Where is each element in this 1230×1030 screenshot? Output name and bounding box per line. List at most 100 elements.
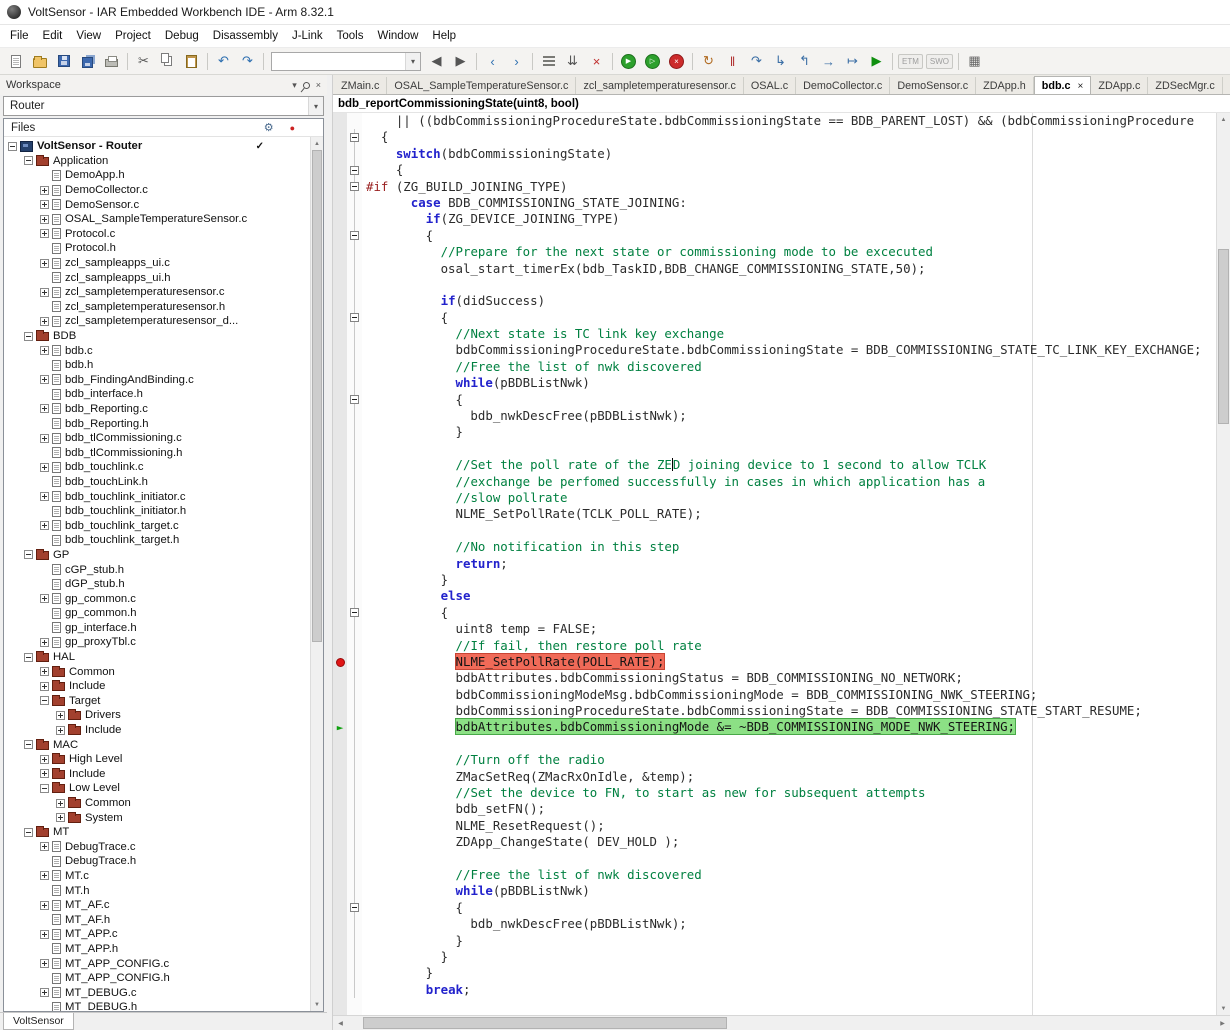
breakpoint-margin[interactable]: ► xyxy=(333,719,347,735)
tree-item-bdb[interactable]: BDB xyxy=(4,329,310,344)
code-line[interactable]: osal_start_timerEx(bdb_TaskID,BDB_CHANGE… xyxy=(333,261,1216,277)
code-line[interactable]: //Free the list of nwk discovered xyxy=(333,359,1216,375)
tree-item-mt-app-h[interactable]: MT_APP.h xyxy=(4,942,310,957)
tree-item-bdb-tlcommissioning-h[interactable]: bdb_tlCommissioning.h xyxy=(4,445,310,460)
collapse-icon[interactable] xyxy=(24,653,33,662)
scroll-up-icon[interactable]: ▲ xyxy=(1217,113,1230,126)
breakpoint-margin[interactable] xyxy=(333,572,347,588)
tree-item-system[interactable]: System xyxy=(4,810,310,825)
run-to-cursor-button[interactable]: ↦ xyxy=(841,51,864,72)
search-input[interactable] xyxy=(272,55,405,67)
tree-item-democollector-c[interactable]: DemoCollector.c xyxy=(4,183,310,198)
code-line[interactable]: //Free the list of nwk discovered xyxy=(333,867,1216,883)
menu-disassembly[interactable]: Disassembly xyxy=(206,27,285,45)
save-button[interactable] xyxy=(52,51,75,72)
step-out-button[interactable]: ↰ xyxy=(793,51,816,72)
tree-item-osal-sampletemperaturesensor-c[interactable]: OSAL_SampleTemperatureSensor.c xyxy=(4,212,310,227)
tree-item-low-level[interactable]: Low Level xyxy=(4,781,310,796)
break-button[interactable]: ‖ xyxy=(721,51,744,72)
tree-item-mt[interactable]: MT xyxy=(4,825,310,840)
close-icon[interactable]: × xyxy=(1078,81,1084,92)
cut-button[interactable]: ✂ xyxy=(132,51,155,72)
fold-collapse-icon[interactable] xyxy=(350,182,359,191)
menu-debug[interactable]: Debug xyxy=(158,27,206,45)
breakpoint-margin[interactable] xyxy=(333,851,347,867)
tree-item-bdb-reporting-h[interactable]: bdb_Reporting.h xyxy=(4,416,310,431)
tree-item-bdb-findingandbinding-c[interactable]: bdb_FindingAndBinding.c xyxy=(4,373,310,388)
expand-icon[interactable] xyxy=(40,901,49,910)
expand-icon[interactable] xyxy=(40,682,49,691)
tree-item-application[interactable]: Application xyxy=(4,154,310,169)
tree-item-bdb-touchlink-target-h[interactable]: bdb_touchlink_target.h xyxy=(4,533,310,548)
code-line[interactable]: if(ZG_DEVICE_JOINING_TYPE) xyxy=(333,211,1216,227)
expand-icon[interactable] xyxy=(40,594,49,603)
breakpoint-margin[interactable] xyxy=(333,883,347,899)
breakpoint-margin[interactable] xyxy=(333,736,347,752)
collapse-icon[interactable] xyxy=(24,550,33,559)
breakpoint-margin[interactable] xyxy=(333,506,347,522)
undo-button[interactable]: ↶ xyxy=(212,51,235,72)
code-line[interactable]: { xyxy=(333,129,1216,145)
code-line[interactable] xyxy=(333,998,1216,1014)
tree-item-common[interactable]: Common xyxy=(4,664,310,679)
code-line[interactable]: //Prepare for the next state or commissi… xyxy=(333,244,1216,260)
code-line[interactable]: //If fail, then restore poll rate xyxy=(333,638,1216,654)
breakpoint-margin[interactable] xyxy=(333,195,347,211)
code-line[interactable]: break; xyxy=(333,982,1216,998)
tree-item-gp-common-c[interactable]: gp_common.c xyxy=(4,591,310,606)
code-line[interactable]: bdbCommissioningProcedureState.bdbCommis… xyxy=(333,703,1216,719)
expand-icon[interactable] xyxy=(40,434,49,443)
tree-item-zcl-sampleapps-ui-h[interactable]: zcl_sampleapps_ui.h xyxy=(4,270,310,285)
breakpoint-margin[interactable] xyxy=(333,146,347,162)
expand-icon[interactable] xyxy=(40,988,49,997)
menu-file[interactable]: File xyxy=(3,27,36,45)
chevron-down-icon[interactable]: ▾ xyxy=(292,81,297,90)
code-line[interactable]: NLME_SetPollRate(TCLK_POLL_RATE); xyxy=(333,506,1216,522)
tree-item-protocol-c[interactable]: Protocol.c xyxy=(4,227,310,242)
breakpoint-margin[interactable] xyxy=(333,424,347,440)
code-line[interactable]: } xyxy=(333,424,1216,440)
breakpoint-margin[interactable] xyxy=(333,523,347,539)
code-line[interactable]: while(pBDBListNwk) xyxy=(333,375,1216,391)
code-line[interactable]: case BDB_COMMISSIONING_STATE_JOINING: xyxy=(333,195,1216,211)
menu-jlink[interactable]: J-Link xyxy=(285,27,330,45)
expand-icon[interactable] xyxy=(40,288,49,297)
menu-edit[interactable]: Edit xyxy=(36,27,70,45)
breakpoint-margin[interactable] xyxy=(333,801,347,817)
expand-icon[interactable] xyxy=(56,711,65,720)
tree-item-bdb-h[interactable]: bdb.h xyxy=(4,358,310,373)
copy-button[interactable] xyxy=(156,51,179,72)
print-button[interactable] xyxy=(100,51,123,72)
expand-icon[interactable] xyxy=(40,317,49,326)
code-line[interactable]: //exchange be perfomed successfully in c… xyxy=(333,474,1216,490)
breakpoint-margin[interactable] xyxy=(333,179,347,195)
code-line[interactable]: NLME_ResetRequest(); xyxy=(333,818,1216,834)
menu-help[interactable]: Help xyxy=(425,27,463,45)
code-line[interactable]: ZDApp_ChangeState( DEV_HOLD ); xyxy=(333,834,1216,850)
tab-zdapp-c[interactable]: ZDApp.c xyxy=(1091,77,1148,94)
breakpoint-margin[interactable] xyxy=(333,375,347,391)
code-line[interactable]: if(didSuccess) xyxy=(333,293,1216,309)
tab-zglobals-c[interactable]: ZGlobals.c xyxy=(1223,77,1230,94)
tab-zmain-c[interactable]: ZMain.c xyxy=(334,77,387,94)
breakpoint-margin[interactable] xyxy=(333,752,347,768)
expand-icon[interactable] xyxy=(40,638,49,647)
cspy-windows-button[interactable]: ▦ xyxy=(963,51,986,72)
code-line[interactable]: return; xyxy=(333,556,1216,572)
breakpoint-margin[interactable] xyxy=(333,687,347,703)
code-line[interactable]: } xyxy=(333,949,1216,965)
configuration-dropdown[interactable]: Router ▾ xyxy=(3,96,324,116)
tree-item-demoapp-h[interactable]: DemoApp.h xyxy=(4,168,310,183)
gear-icon[interactable]: ⚙ xyxy=(264,121,274,134)
scrollbar-thumb[interactable] xyxy=(1218,249,1229,424)
breakpoint-margin[interactable] xyxy=(333,916,347,932)
breakpoint-margin[interactable] xyxy=(333,474,347,490)
tree-item-gp-proxytbl-c[interactable]: gp_proxyTbl.c xyxy=(4,635,310,650)
code-line[interactable]: || ((bdbCommissioningProcedureState.bdbC… xyxy=(333,113,1216,129)
breakpoint-margin[interactable] xyxy=(333,949,347,965)
code-line[interactable]: //Set the poll rate of the ZED joining d… xyxy=(333,457,1216,473)
tree-item-mt-af-c[interactable]: MT_AF.c xyxy=(4,898,310,913)
breakpoint-margin[interactable] xyxy=(333,769,347,785)
breakpoint-margin[interactable] xyxy=(333,228,347,244)
code-line[interactable]: bdbCommissioningModeMsg.bdbCommissioning… xyxy=(333,687,1216,703)
